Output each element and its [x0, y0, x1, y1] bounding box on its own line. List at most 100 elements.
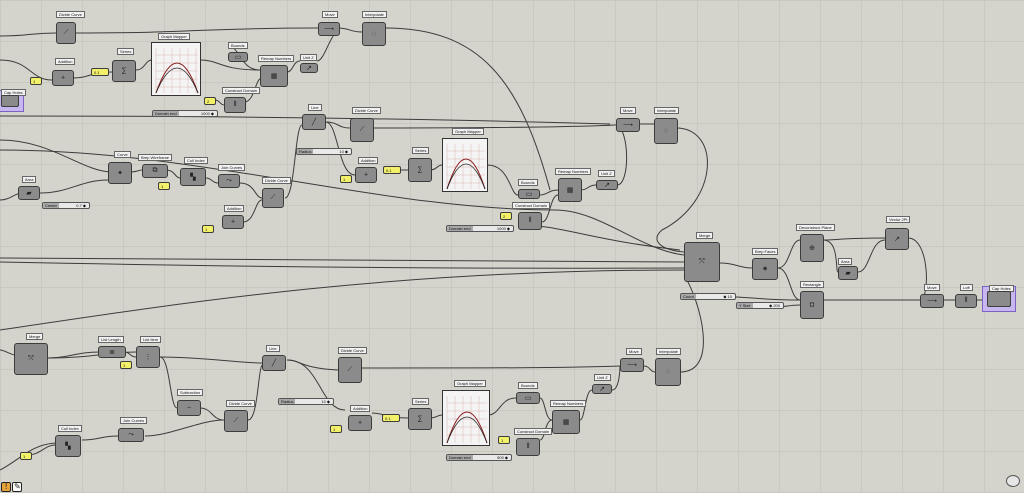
cap-holes-node[interactable]	[1, 95, 19, 107]
divide-curve-node[interactable]: ⟋	[338, 357, 362, 383]
bounds-node[interactable]: ▭	[516, 392, 540, 404]
join-curves-node[interactable]: ⤳	[118, 428, 144, 442]
y-size-slider[interactable]: Y Size ◆ 200	[736, 302, 784, 309]
interpolate-node[interactable]: ◌	[362, 22, 386, 46]
cull-index-node[interactable]: ▚	[180, 168, 206, 186]
bounds-label: Bounds	[518, 179, 538, 186]
list-icon: ≣	[109, 349, 115, 356]
move-icon: ⟶	[323, 26, 335, 33]
vector-2pt-node[interactable]: ↗	[885, 228, 909, 250]
bounds-icon: ▭	[234, 54, 242, 61]
curve-node[interactable]: ✦	[108, 162, 132, 184]
construct-domain-node[interactable]: ⦀	[518, 212, 542, 230]
addition-node[interactable]: +	[52, 70, 74, 86]
bounds-icon: ▭	[524, 395, 532, 402]
camera-icon[interactable]	[1006, 475, 1020, 487]
rectangle-node[interactable]: ◘	[800, 291, 824, 319]
cap-holes-cluster[interactable]: Cap Holes	[0, 89, 26, 112]
divide-curve-node[interactable]: ⟋	[56, 22, 76, 44]
interpolate-node[interactable]: ◌	[655, 358, 681, 386]
number-panel[interactable]: 1	[30, 77, 42, 85]
center-slider[interactable]: Center 0.7 ◆	[42, 202, 90, 209]
addition-node[interactable]: +	[222, 215, 244, 229]
warning-icon[interactable]: !	[1, 482, 11, 492]
deconstruct-plane-node[interactable]: ⊕	[800, 234, 824, 262]
remap-node[interactable]: ▦	[558, 178, 582, 202]
list-item-icon: ⋮	[144, 354, 152, 361]
graph-mapper[interactable]	[151, 42, 201, 96]
move-icon: ⟶	[626, 362, 638, 369]
merge-node[interactable]: ⤲	[684, 242, 720, 282]
remap-label: Remap Numbers	[258, 55, 295, 62]
domain-end-slider[interactable]: Domain end 1000 ◆	[446, 225, 514, 232]
move-node[interactable]: ⟶	[318, 22, 340, 36]
addition-node[interactable]: +	[348, 415, 372, 431]
graph-mapper[interactable]	[442, 390, 490, 446]
number-panel[interactable]: 0.1	[91, 68, 109, 76]
brep-faces-node[interactable]: ✷	[752, 258, 778, 280]
number-panel[interactable]: 1	[202, 225, 214, 233]
radius-slider[interactable]: Radius 10 ◆	[278, 398, 334, 405]
number-panel[interactable]: 1	[498, 436, 510, 444]
number-panel[interactable]: 1	[340, 175, 352, 183]
divide-curve-node[interactable]: ⟋	[350, 118, 374, 142]
series-node[interactable]: ∑	[408, 408, 432, 430]
bounds-node[interactable]: ▭	[228, 52, 248, 62]
number-panel[interactable]: 1	[330, 425, 342, 433]
merge-node[interactable]: ⤲	[14, 343, 48, 375]
line-node[interactable]: ╱	[302, 114, 326, 130]
domain-end-slider[interactable]: Domain end 500 ◆	[446, 454, 512, 461]
join-curves-node[interactable]: ⤳	[218, 174, 240, 188]
cap-holes-cluster[interactable]: Cap Holes	[982, 285, 1016, 312]
graph-mapper-label: Graph Mapper	[158, 33, 190, 40]
unit-z-node[interactable]: ↗	[596, 180, 618, 190]
number-panel[interactable]: 2	[204, 97, 216, 105]
remap-node[interactable]: ▦	[552, 410, 580, 434]
series-node[interactable]: ∑	[408, 158, 432, 182]
move-node[interactable]: ⟶	[620, 358, 644, 372]
list-length-node[interactable]: ≣	[98, 346, 126, 358]
divide-curve-node[interactable]: ⟋	[262, 188, 284, 208]
move-node[interactable]: ⟶	[920, 294, 944, 308]
move-node[interactable]: ⟶	[616, 118, 640, 132]
construct-domain-node[interactable]: ⦀	[516, 438, 540, 456]
count-slider[interactable]: Count ◆ 10	[680, 293, 736, 300]
loft-label: Loft	[960, 284, 973, 291]
number-panel[interactable]: 1	[120, 361, 132, 369]
remap-icon: ▦	[270, 73, 278, 80]
addition-node[interactable]: +	[355, 167, 377, 183]
remap-node[interactable]: ▦	[260, 65, 288, 87]
number-panel[interactable]: 0.1	[382, 414, 400, 422]
area-node[interactable]: ▰	[18, 186, 40, 200]
cap-holes-node[interactable]	[987, 291, 1011, 307]
number-panel[interactable]: 2	[500, 212, 512, 220]
divide-curve-node[interactable]: ⟋	[224, 410, 248, 432]
series-node[interactable]: ∑	[112, 60, 136, 82]
graph-mapper[interactable]	[442, 138, 488, 192]
interpolate-node[interactable]: ◌	[654, 118, 678, 144]
curve-icon: ✦	[117, 170, 123, 177]
number-panel[interactable]: 0.1	[383, 166, 401, 174]
subtraction-node[interactable]: −	[177, 400, 201, 416]
list-item-node[interactable]: ⋮	[136, 346, 160, 368]
divide-curve-icon: ⟋	[347, 366, 353, 373]
radius-slider[interactable]: Radius 10 ◆	[296, 148, 352, 155]
number-panel[interactable]: 1	[20, 452, 32, 460]
bounds-node[interactable]: ▭	[518, 189, 540, 199]
brep-wireframe-node[interactable]: ⧉	[142, 164, 168, 178]
area-icon: ▰	[845, 270, 851, 277]
loft-node[interactable]: ⦀	[955, 294, 977, 308]
domain-end-slider[interactable]: Domain end 1000 ◆	[152, 110, 218, 117]
pencil-icon[interactable]: ✎	[12, 482, 22, 492]
grasshopper-canvas[interactable]: Divide Curve ⟋ Move ⟶ Interpolate ◌ Addi…	[0, 0, 1024, 493]
unit-z-node[interactable]: ↗	[300, 63, 318, 73]
unit-z-label: Unit Z	[594, 374, 611, 381]
line-node[interactable]: ╱	[262, 355, 286, 371]
list-length-label: List Length	[98, 336, 124, 343]
number-panel[interactable]: 1	[158, 182, 170, 190]
cull-index-node[interactable]: ▚	[55, 435, 81, 457]
faces-icon: ✷	[762, 266, 768, 273]
area-node[interactable]: ▰	[838, 266, 858, 280]
unit-z-node[interactable]: ↗	[592, 384, 612, 394]
construct-domain-node[interactable]: ⦀	[224, 97, 246, 113]
